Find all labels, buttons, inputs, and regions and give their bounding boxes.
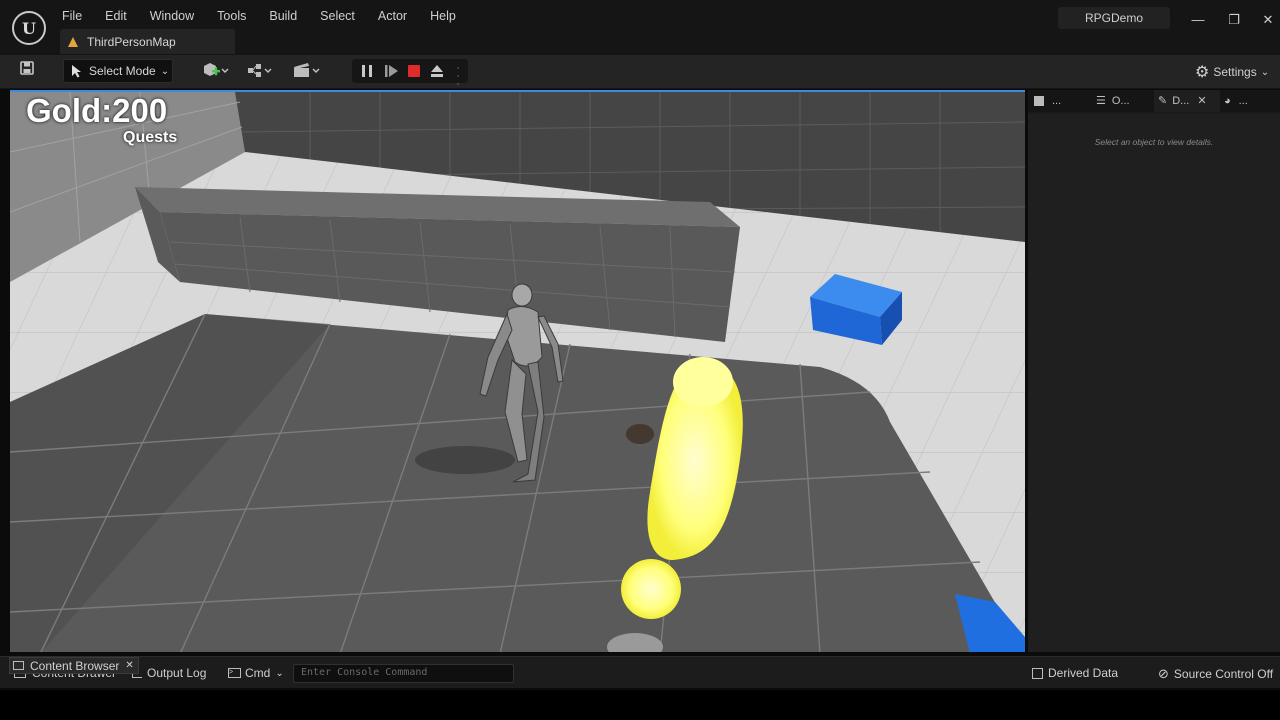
derived-data-label: Derived Data <box>1048 666 1119 680</box>
menu-edit[interactable]: Edit <box>105 8 136 26</box>
level-viewport[interactable]: Gold:200 Quests <box>10 90 1025 652</box>
pencil-icon: ✎ <box>1158 95 1168 107</box>
settings-label: Settings <box>1213 65 1257 79</box>
cinematics-icon[interactable] <box>290 60 324 87</box>
add-actor-icon[interactable] <box>200 60 232 87</box>
scene-render <box>10 92 1025 652</box>
level-tab-label: ThirdPersonMap <box>87 34 176 49</box>
tab-place-actors[interactable]: ... <box>1032 90 1090 112</box>
folder-icon <box>13 661 24 670</box>
menu-actor[interactable]: Actor <box>378 8 416 26</box>
menu-window[interactable]: Window <box>150 8 203 26</box>
chevron-down-icon: ⌄ <box>275 667 284 679</box>
close-icon[interactable]: ✕ <box>125 660 133 671</box>
blueprint-icon[interactable] <box>245 60 277 87</box>
globe-icon: ◕ <box>1224 95 1231 107</box>
title-bar: U File Edit Window Tools Build Select Ac… <box>0 0 1280 55</box>
database-icon <box>1032 667 1043 679</box>
tab-label: O... <box>1111 95 1130 107</box>
settings-button[interactable]: ⚙ Settings ⌄ <box>1195 62 1269 82</box>
letterbox-bottom <box>0 690 1280 720</box>
play-controls: · · · <box>352 59 468 89</box>
unreal-logo-icon[interactable]: U <box>12 11 46 45</box>
project-name: RPGDemo <box>1058 7 1170 29</box>
chevron-down-icon: ⌄ <box>160 65 170 77</box>
menu-select[interactable]: Select <box>320 8 364 26</box>
chevron-down-icon: ⌄ <box>1260 66 1270 78</box>
gear-icon: ⚙ <box>1195 64 1210 81</box>
menu-build[interactable]: Build <box>269 8 306 26</box>
frame-skip-icon[interactable] <box>385 65 399 77</box>
derived-data-button[interactable]: Derived Data <box>1032 666 1118 680</box>
minimize-button[interactable]: — <box>1188 10 1208 30</box>
level-tab[interactable]: ThirdPersonMap <box>60 29 235 54</box>
tab-label: ... <box>1052 95 1062 107</box>
menu-file[interactable]: File <box>62 8 91 26</box>
menu-bar: File Edit Window Tools Build Select Acto… <box>62 8 479 26</box>
cursor-icon <box>72 65 81 78</box>
details-panel: ... ☰ O... ✎ D... ✕ ◕... Select an object t… <box>1028 90 1280 652</box>
panel-tab-bar: ... ☰ O... ✎ D... ✕ ◕... <box>1028 90 1280 112</box>
main-toolbar <box>0 55 1280 89</box>
logo-glyph: U <box>22 18 36 38</box>
list-icon: ☰ <box>1096 95 1106 107</box>
eject-icon[interactable] <box>430 64 444 78</box>
tab-label: ... <box>1238 95 1248 107</box>
cmd-dropdown[interactable]: > Cmd ⌄ <box>228 666 284 680</box>
menu-help[interactable]: Help <box>430 8 465 26</box>
cmd-label: Cmd <box>245 666 271 680</box>
status-bar: Content Drawer Output Log > Cmd ⌄ Enter … <box>0 656 1280 688</box>
tab-details[interactable]: ✎ D... ✕ <box>1154 90 1220 112</box>
cube-icon <box>1034 96 1044 107</box>
tab-label: D... <box>1172 95 1190 107</box>
console-input[interactable]: Enter Console Command <box>293 664 514 683</box>
tab-world-settings[interactable]: ◕... <box>1222 90 1276 112</box>
restore-button[interactable]: ❐ <box>1224 10 1244 30</box>
empty-selection-hint: Select an object to view details. <box>1094 137 1214 147</box>
source-control-label: Source Control Off <box>1173 667 1274 681</box>
content-browser-tooltip: Content Browser ✕ <box>9 657 139 674</box>
stop-icon[interactable] <box>408 65 420 77</box>
quests-label: Quests <box>123 129 178 146</box>
select-mode-dropdown[interactable]: Select Mode ⌄ <box>63 59 173 83</box>
content-browser-tooltip-label: Content Browser <box>30 658 120 673</box>
terminal-icon: > <box>228 668 241 678</box>
gold-counter: Gold:200 <box>26 92 168 129</box>
more-options-icon[interactable]: · · · <box>456 61 460 89</box>
select-mode-label: Select Mode <box>89 64 156 78</box>
output-log-label: Output Log <box>147 666 207 680</box>
source-control-off-icon: ⊘ <box>1158 666 1169 681</box>
details-body: Select an object to view details. <box>1028 114 1280 652</box>
warning-icon <box>68 36 78 47</box>
save-icon[interactable] <box>17 60 37 83</box>
output-log-button[interactable]: Output Log <box>132 666 206 680</box>
pause-icon[interactable] <box>362 65 372 77</box>
tab-outliner[interactable]: ☰ O... <box>1094 90 1150 112</box>
close-window-button[interactable]: ✕ <box>1258 10 1278 30</box>
source-control-button[interactable]: ⊘ Source Control Off <box>1158 666 1273 682</box>
close-tab-icon[interactable]: ✕ <box>1197 95 1206 107</box>
menu-tools[interactable]: Tools <box>217 8 255 26</box>
